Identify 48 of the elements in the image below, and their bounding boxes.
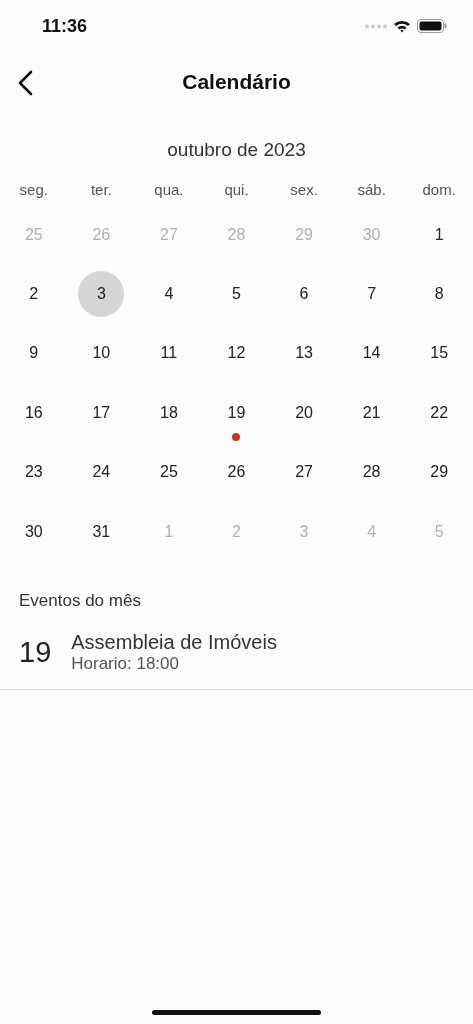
section-heading: Eventos do mês xyxy=(18,591,142,612)
calendar-day[interactable]: 3 xyxy=(78,271,125,318)
wifi-icon xyxy=(393,19,411,33)
weekday-label: qua. xyxy=(153,180,185,200)
calendar-day[interactable]: 7 xyxy=(348,271,395,318)
battery-icon xyxy=(417,19,447,33)
calendar-day[interactable]: 11 xyxy=(145,330,192,377)
calendar-day[interactable]: 13 xyxy=(281,330,328,377)
calendar-day[interactable]: 29 xyxy=(416,449,463,496)
calendar-day[interactable]: 25 xyxy=(145,449,192,496)
calendar-day[interactable]: 10 xyxy=(78,330,125,377)
event-time: Horario: 18:00 xyxy=(71,654,180,675)
calendar-day[interactable]: 20 xyxy=(281,389,328,436)
weekday-label: sex. xyxy=(289,180,319,200)
page-title: Calendário xyxy=(182,70,291,94)
signal-icon xyxy=(365,23,387,29)
calendar-day[interactable]: 31 xyxy=(78,508,125,555)
calendar-day[interactable]: 22 xyxy=(416,389,463,436)
weekday-label: dom. xyxy=(421,180,457,200)
calendar-day[interactable]: 6 xyxy=(281,271,328,318)
calendar-day[interactable]: 14 xyxy=(348,330,395,377)
calendar-day[interactable]: 28 xyxy=(348,449,395,496)
calendar-day[interactable]: 15 xyxy=(416,330,463,377)
calendar-day[interactable]: 5 xyxy=(213,271,260,318)
calendar-day[interactable]: 26 xyxy=(213,449,260,496)
calendar-day[interactable]: 24 xyxy=(78,449,125,496)
event-title: Assembleia de Imóveis xyxy=(71,631,277,655)
calendar-day[interactable]: 21 xyxy=(348,389,395,436)
calendar-day[interactable]: 9 xyxy=(10,330,57,377)
month-title: outubro de 2023 xyxy=(166,139,307,161)
calendar-day[interactable]: 18 xyxy=(145,389,192,436)
weekday-label: qui. xyxy=(223,180,250,200)
calendar-day[interactable]: 2 xyxy=(10,271,57,318)
calendar-day[interactable]: 17 xyxy=(78,389,125,436)
calendar-day[interactable]: 8 xyxy=(416,271,463,318)
weekday-label: sáb. xyxy=(356,180,387,200)
weekday-label: seg. xyxy=(18,180,49,200)
calendar-day[interactable]: 30 xyxy=(10,508,57,555)
calendar-day[interactable]: 16 xyxy=(10,389,57,436)
calendar-day[interactable]: 27 xyxy=(281,449,328,496)
calendar-day[interactable]: 12 xyxy=(213,330,260,377)
weekday-label: ter. xyxy=(89,180,113,200)
calendar-day[interactable]: 1 xyxy=(416,211,463,258)
status-time: 11:36 xyxy=(42,15,88,37)
event-day: 19 xyxy=(19,636,52,670)
calendar-day[interactable]: 19 xyxy=(213,389,260,436)
calendar-day[interactable]: 4 xyxy=(145,271,192,318)
calendar-day[interactable]: 23 xyxy=(10,449,57,496)
